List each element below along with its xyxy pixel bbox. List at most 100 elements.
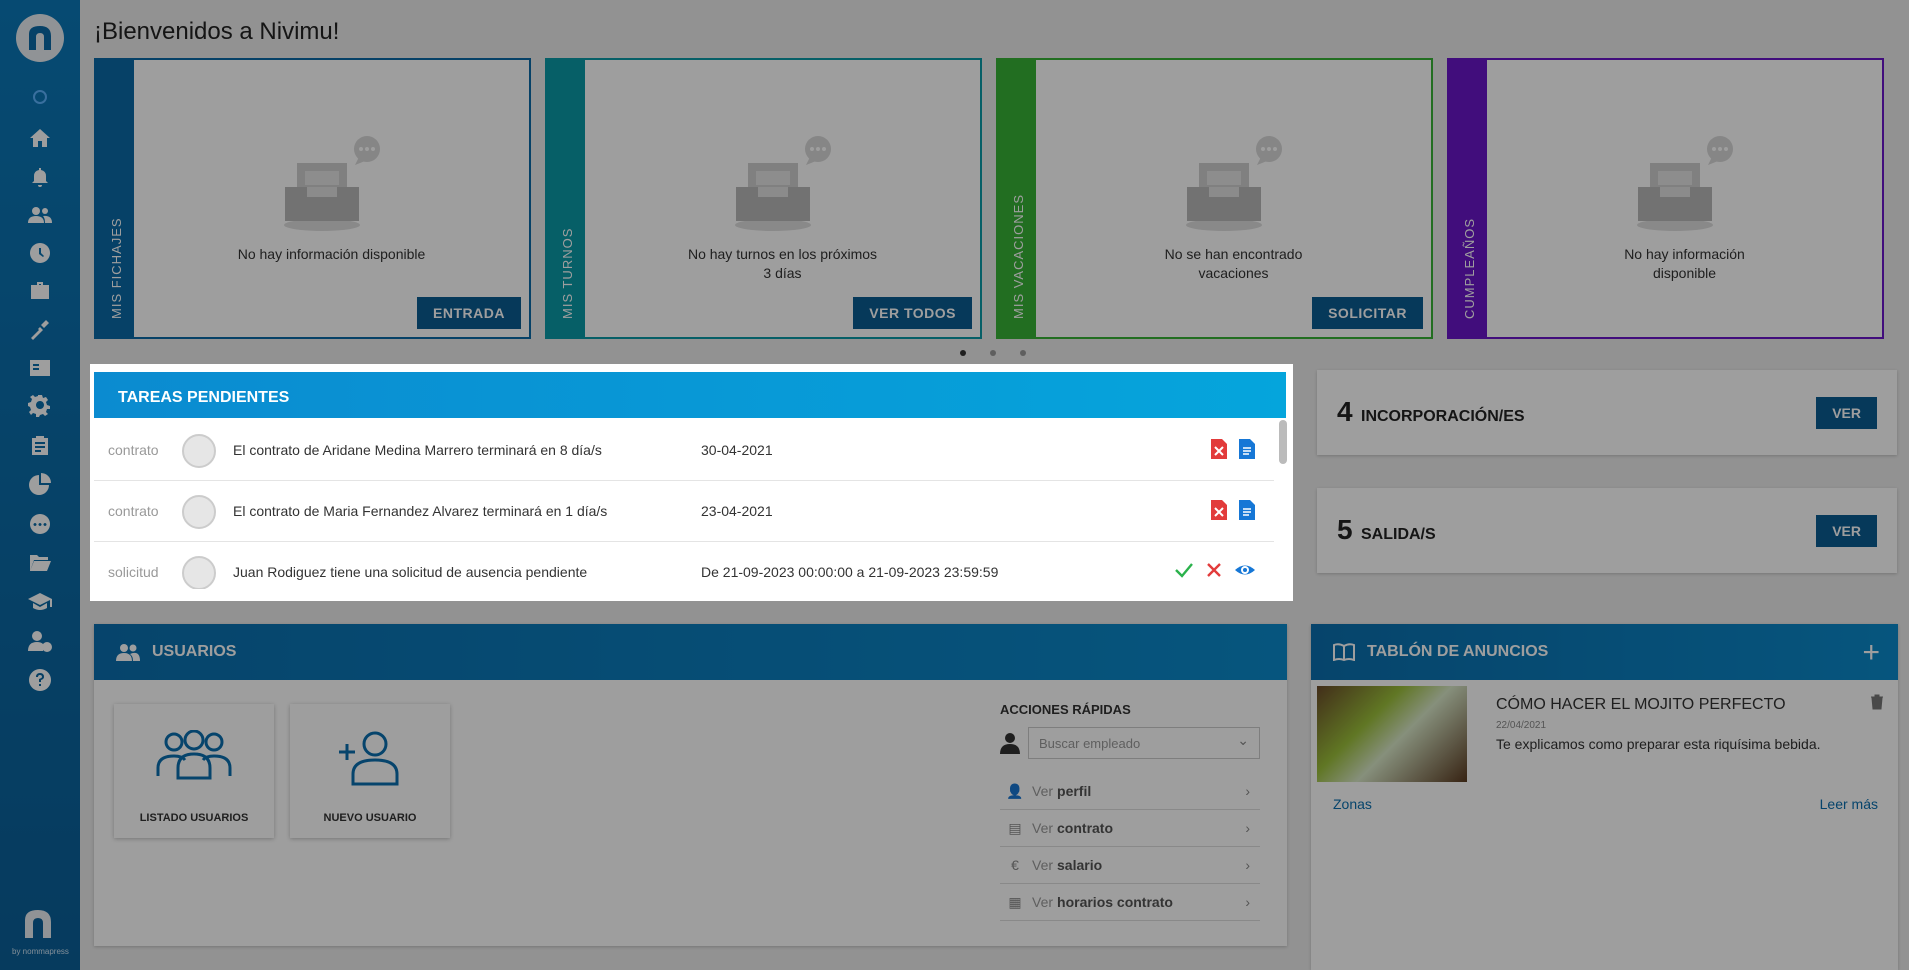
empty-inbox-icon <box>734 136 831 231</box>
task-type: contrato <box>108 503 159 519</box>
check-icon[interactable] <box>1174 560 1194 583</box>
empty-state-text: disponible <box>1652 265 1717 281</box>
users-panel-title: USUARIOS <box>152 643 237 660</box>
new-user-tile[interactable]: NUEVO USUARIO <box>290 704 450 838</box>
help-icon[interactable] <box>26 666 54 694</box>
task-actions <box>1174 560 1256 583</box>
users-icon[interactable] <box>26 201 54 229</box>
carousel-dot[interactable] <box>1020 350 1026 356</box>
carousel-dots <box>960 350 1026 356</box>
card-side-strip: MIS TURNOS <box>547 60 585 337</box>
chat-icon[interactable] <box>26 510 54 538</box>
news-zones-link[interactable]: Zonas <box>1333 796 1372 812</box>
card-side-strip: MIS FICHAJES <box>96 60 134 337</box>
task-type: solicitud <box>108 564 159 580</box>
empty-state: No hay información disponible <box>1487 135 1882 283</box>
status-dot <box>33 90 47 104</box>
user-icon: 👤 <box>1006 782 1024 799</box>
task-row[interactable]: contrato El contrato de Maria Fernandez A… <box>94 481 1274 542</box>
quick-action-item[interactable]: ▤ Ver contrato › <box>1000 810 1260 847</box>
clipboard-icon[interactable] <box>26 431 54 459</box>
task-row[interactable]: contrato El contrato de Aridane Medina Ma… <box>94 420 1274 481</box>
bell-icon[interactable] <box>26 163 54 191</box>
empty-state-text: No hay turnos en los próximos <box>687 246 878 262</box>
quick-action-label: horarios contrato <box>1057 894 1173 910</box>
pie-chart-icon[interactable] <box>26 470 54 498</box>
view-exits-button[interactable]: VER <box>1816 515 1877 547</box>
incorporations-label: INCORPORACIÓN/ES <box>1361 408 1525 425</box>
app-logo[interactable] <box>16 14 64 62</box>
card-action-button[interactable]: ENTRADA <box>417 297 521 329</box>
card-action-button[interactable]: SOLICITAR <box>1312 297 1423 329</box>
empty-state: No hay información disponible <box>134 135 529 264</box>
my-shifts-card: MIS TURNOS No hay turnos en los próximos 3… <box>545 58 982 339</box>
news-panel: TABLÓN DE ANUNCIOS + CÓMO HACER EL MOJIT… <box>1311 624 1898 970</box>
chevron-right-icon: › <box>1245 783 1250 799</box>
task-row[interactable]: solicitud Juan Rodiguez tiene una solicit… <box>94 542 1274 589</box>
view-incorporations-button[interactable]: VER <box>1816 397 1877 429</box>
card-action-button[interactable]: VER TODOS <box>853 297 972 329</box>
file-delete-icon[interactable] <box>1210 438 1228 463</box>
add-news-icon[interactable]: + <box>1862 636 1880 670</box>
trash-icon[interactable] <box>1870 694 1884 710</box>
quick-action-label: perfil <box>1057 783 1092 799</box>
gear-icon[interactable] <box>26 392 54 420</box>
file-delete-icon[interactable] <box>1210 499 1228 524</box>
card-label: MIS TURNOS <box>560 227 575 319</box>
card-side-strip: MIS VACACIONES <box>998 60 1036 337</box>
quick-action-item[interactable]: 👤 Ver perfil › <box>1000 773 1260 810</box>
quick-action-item[interactable]: ▦ Ver horarios contrato › <box>1000 884 1260 921</box>
news-image[interactable] <box>1317 686 1467 782</box>
incorporations-count: 4 <box>1337 396 1353 427</box>
news-panel-header: TABLÓN DE ANUNCIOS + <box>1311 624 1898 680</box>
file-text-icon[interactable] <box>1238 499 1256 524</box>
users-panel: USUARIOS LISTADO USUARIOS NUEVO USUARIO … <box>94 624 1287 946</box>
sidebar-footer-text: by nommapress <box>12 947 69 956</box>
my-vacations-card: MIS VACACIONES No se han encontrado vacaci… <box>996 58 1433 339</box>
quick-action-prefix: Ver <box>1032 783 1054 799</box>
card-label: MIS FICHAJES <box>109 217 124 319</box>
euro-icon: € <box>1011 857 1019 873</box>
home-icon[interactable] <box>26 124 54 152</box>
task-text: El contrato de Aridane Medina Marrero te… <box>233 442 602 458</box>
avatar <box>182 434 216 468</box>
file-text-icon[interactable] <box>1238 438 1256 463</box>
empty-state-text: No se han encontrado <box>1164 246 1303 262</box>
graduation-icon[interactable] <box>26 588 54 616</box>
quick-actions: ACCIONES RÁPIDAS Buscar empleado 👤Verper… <box>1000 702 1260 921</box>
tasks-scrollbar[interactable] <box>1279 420 1287 464</box>
carousel-dot[interactable] <box>990 350 996 356</box>
person-icon <box>1000 733 1020 754</box>
carousel-dot[interactable] <box>960 350 966 356</box>
briefcase-icon[interactable] <box>26 277 54 305</box>
task-text: El contrato de Maria Fernandez Alvarez t… <box>233 503 608 519</box>
task-actions <box>1210 499 1256 524</box>
page-title: ¡Bienvenidos a Nivimu! <box>94 18 340 45</box>
close-icon[interactable] <box>1204 560 1224 583</box>
read-more-link[interactable]: Leer más <box>1820 796 1878 812</box>
quick-action-prefix: Ver <box>1032 857 1054 873</box>
users-icon <box>116 644 140 661</box>
employee-search-select[interactable]: Buscar empleado <box>1028 727 1260 759</box>
avatar <box>182 495 216 529</box>
empty-inbox-icon <box>283 136 380 231</box>
list-users-tile[interactable]: LISTADO USUARIOS <box>114 704 274 838</box>
clock-icon[interactable] <box>26 239 54 267</box>
card-label: CUMPLEAÑOS <box>1462 217 1477 319</box>
incorporations-card: 4 INCORPORACIÓN/ES VER <box>1317 370 1897 455</box>
exits-card: 5 SALIDA/S VER <box>1317 488 1897 573</box>
quick-action-label: contrato <box>1057 820 1114 836</box>
task-date: De 21-09-2023 00:00:00 a 21-09-2023 23:5… <box>701 564 999 580</box>
eye-icon[interactable] <box>1234 560 1256 583</box>
quick-action-item[interactable]: € Ver salario › <box>1000 847 1260 884</box>
folder-icon[interactable] <box>26 549 54 577</box>
spray-icon[interactable] <box>26 315 54 343</box>
news-item-title[interactable]: CÓMO HACER EL MOJITO PERFECTO <box>1496 696 1786 714</box>
card-side-strip: CUMPLEAÑOS <box>1449 60 1487 337</box>
add-user-icon <box>339 731 399 786</box>
users-panel-header: USUARIOS <box>94 624 1287 680</box>
sidebar-footer: by nommapress <box>12 908 69 956</box>
id-card-icon[interactable] <box>26 354 54 382</box>
user-money-icon[interactable] <box>26 627 54 655</box>
exits-label: SALIDA/S <box>1361 526 1436 543</box>
